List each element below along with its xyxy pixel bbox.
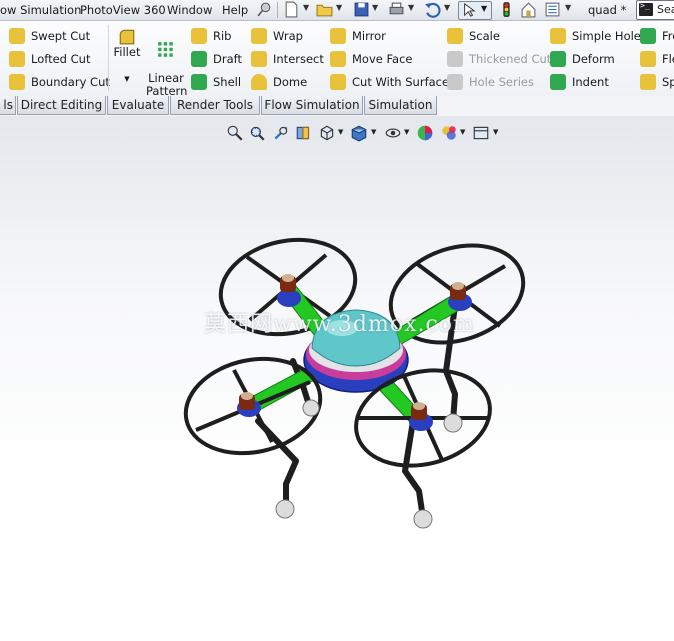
tab-direct-editing[interactable]: Direct Editing (17, 96, 106, 115)
command-manager-tabs: ls Direct Editing Evaluate Render Tools … (0, 96, 674, 116)
fillet-button[interactable]: Fillet ▼ (112, 28, 142, 86)
file-properties-icon[interactable] (520, 1, 537, 18)
menu-help[interactable]: Help (222, 3, 248, 17)
command-search-icon (639, 1, 653, 16)
lofted-cut-icon (9, 51, 25, 67)
model-geometry (183, 237, 526, 529)
tab-simulation[interactable]: Simulation (364, 96, 437, 115)
leg-front-right (402, 418, 426, 521)
pin-icon[interactable] (256, 1, 273, 18)
menu-bar: ow Simulation PhotoView 360 Window Help … (0, 0, 674, 21)
select-button[interactable]: ▼ (458, 1, 492, 20)
simple-hole-icon (550, 28, 566, 44)
watermark-text: 莫西网www.3dmox.com (204, 312, 475, 337)
rebuild-traffic-light-icon[interactable] (498, 1, 515, 18)
leg-front-left (255, 418, 299, 511)
features-ribbon: Swept Cut Lofted Cut Boundary Cut Fillet… (0, 21, 674, 109)
deform-icon (550, 51, 566, 67)
cut-with-surface-icon (330, 74, 346, 90)
graphics-area[interactable]: ▼ ▼ ▼ ▼ ▼ 莫西网www.3dmox.com (0, 116, 674, 641)
cursor-arrow-icon (464, 3, 476, 17)
ribbon-separator (108, 25, 109, 91)
search-commands-input[interactable]: Sea (636, 0, 674, 20)
print-dropdown-icon[interactable]: ▼ (408, 3, 414, 12)
save-icon[interactable] (353, 1, 370, 18)
new-document-icon[interactable] (283, 1, 300, 18)
scale-icon (447, 28, 463, 44)
flex-icon (640, 51, 656, 67)
open-folder-icon[interactable] (316, 1, 333, 18)
save-dropdown-icon[interactable]: ▼ (372, 3, 378, 12)
indent-icon (550, 74, 566, 90)
tab-features[interactable]: ls (0, 96, 16, 115)
intersect-icon (251, 51, 267, 67)
quadcopter-model[interactable] (0, 116, 674, 641)
menu-photoview-360[interactable]: PhotoView 360 (80, 3, 166, 17)
tab-evaluate[interactable]: Evaluate (107, 96, 169, 115)
print-icon[interactable] (388, 1, 405, 18)
shell-icon (191, 74, 207, 90)
linear-pattern-icon (158, 42, 173, 57)
dome-icon (251, 74, 267, 90)
wrap-icon (251, 28, 267, 44)
rib-icon (191, 28, 207, 44)
boundary-cut-icon (9, 74, 25, 90)
tab-flow-simulation[interactable]: Flow Simulation (261, 96, 363, 115)
move-face-icon (330, 51, 346, 67)
undo-dropdown-icon[interactable]: ▼ (444, 3, 450, 12)
new-dropdown-icon[interactable]: ▼ (303, 3, 309, 12)
menu-separator (277, 2, 278, 18)
mirror-icon (330, 28, 346, 44)
search-placeholder: Sea (657, 3, 674, 16)
menu-flow-simulation[interactable]: ow Simulation (0, 3, 81, 17)
draft-icon (191, 51, 207, 67)
menu-window[interactable]: Window (167, 3, 212, 17)
open-dropdown-icon[interactable]: ▼ (336, 3, 342, 12)
fillet-dropdown-icon[interactable]: ▼ (112, 73, 142, 86)
split-line-icon (640, 74, 656, 90)
freeform-icon (640, 28, 656, 44)
options-dropdown-icon[interactable]: ▼ (565, 3, 571, 12)
fillet-icon (119, 29, 135, 45)
document-title: quad * (588, 3, 627, 17)
hole-series-icon (447, 74, 463, 90)
swept-cut-icon (9, 28, 25, 44)
tab-render-tools[interactable]: Render Tools (170, 96, 260, 115)
options-icon[interactable] (544, 1, 561, 18)
undo-icon[interactable] (424, 1, 441, 18)
thickened-cut-icon (447, 51, 463, 67)
